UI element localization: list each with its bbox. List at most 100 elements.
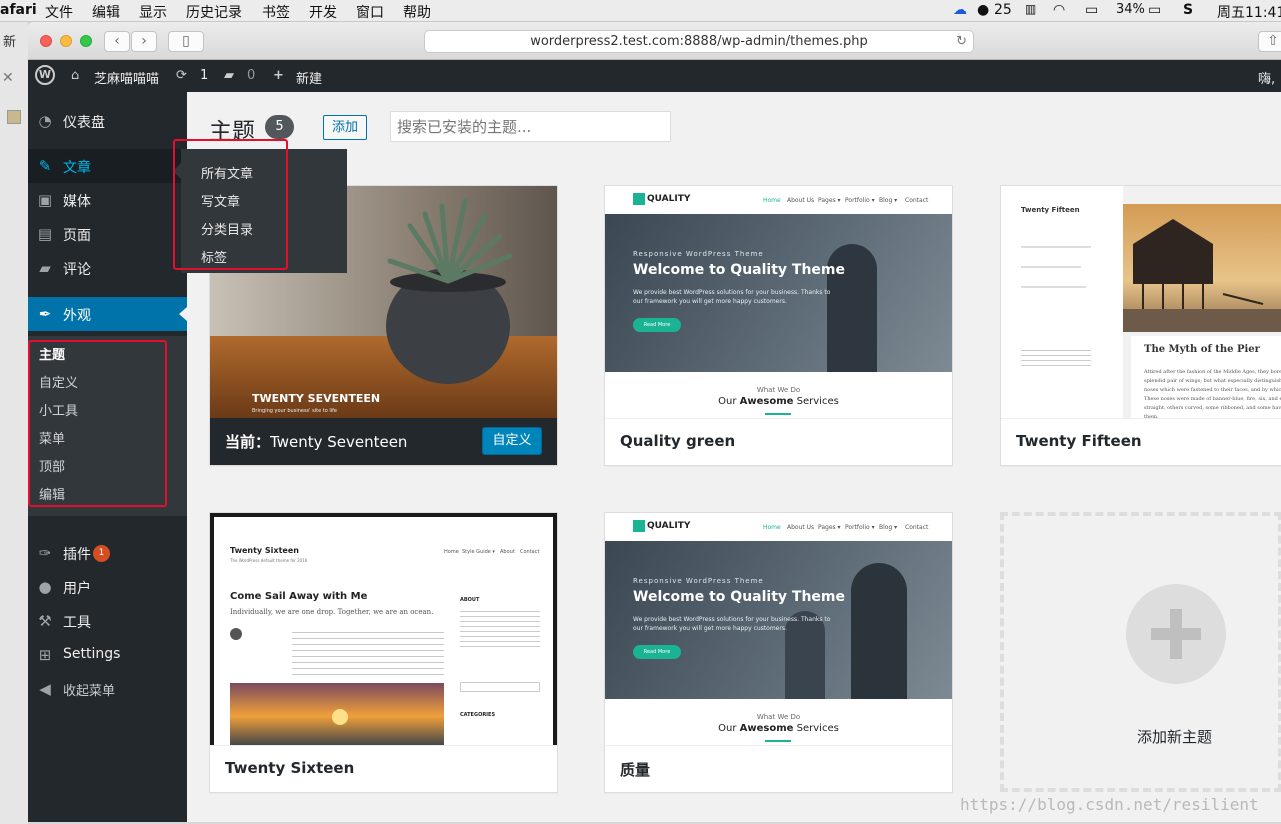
background-tab[interactable]: 新 [3,31,16,50]
browser-toolbar: ‹ › ▯ worderpress2.test.com:8888/wp-admi… [28,22,1281,60]
sidebar-item-comments[interactable]: ▰ 评论 [28,251,187,285]
wordpress-logo-icon[interactable]: W [35,65,55,85]
sidebar-item-label: Settings [63,646,121,662]
customize-button[interactable]: 自定义 [482,427,542,455]
sidebar-item-media[interactable]: ▣ 媒体 [28,183,187,217]
sidebar-item-users[interactable]: ● 用户 [28,570,187,604]
sidebar-item-label: 页面 [63,228,91,244]
mock-paragraph: We provide best WordPress solutions for … [633,289,831,305]
input-source-icon[interactable]: S [1183,2,1193,18]
menu-file[interactable]: 文件 [45,2,73,22]
theme-card-twenty-sixteen[interactable]: Twenty Sixteen The WordPress default the… [209,512,558,793]
pin-icon: ✎ [38,157,52,175]
quality-logo-icon [633,520,645,532]
mock-what: What We Do [756,713,801,721]
forward-button[interactable]: › [131,31,157,52]
menu-view[interactable]: 显示 [139,2,167,22]
mock-nav-item: Pages ▾ [818,524,841,531]
greeting[interactable]: 嗨, [1258,68,1275,87]
sidebar-item-posts[interactable]: ✎ 文章 [28,149,187,183]
theme-card-quality-green[interactable]: QUALITY Home About Us Pages ▾ Portfolio … [604,185,953,466]
mock-nav-item: Portfolio ▾ [845,524,875,531]
mock-services-pre: Our [718,723,740,734]
pier-photo [1123,204,1281,332]
wifi-icon[interactable]: ◠ [1053,2,1065,18]
author-avatar [230,628,242,640]
admin-sidebar: ◔ 仪表盘 ✎ 文章 ▣ 媒体 ▤ 页面 ▰ 评论 ✒ 外观 主题 自定义 小工… [28,92,187,822]
sunset-photo [230,683,444,745]
mock-nav-item: Home [763,524,781,531]
sidebar-item-label: 收起菜单 [63,684,116,699]
screen: { "menubar": { "app": "afari", "items": … [0,0,1281,824]
mock-tag: Responsive WordPress Theme [633,250,764,258]
menu-window[interactable]: 窗口 [356,2,384,22]
comments-count[interactable]: 0 [247,68,255,83]
sidebar-item-plugins[interactable]: ✑ 插件 1 [28,536,187,570]
mock-categories: CATEGORIES [460,712,496,718]
mock-post-text: Attired after the fashion of the Middle … [1144,369,1281,418]
mock-divider [765,413,791,415]
mock-nav-item: Portfolio ▾ [845,197,875,204]
sidebar-item-label: 外观 [63,308,91,324]
sidebar-item-dashboard[interactable]: ◔ 仪表盘 [28,104,187,138]
mock-line [1021,286,1086,288]
menu-help[interactable]: 帮助 [403,2,431,22]
theme-card-twenty-fifteen[interactable]: Twenty Fifteen The Myth of the Pier Atti… [1000,185,1281,466]
keyboard-icon[interactable]: ▥ [1025,2,1036,16]
mock-line [1021,246,1091,248]
mac-menu-bar: afari 文件 编辑 显示 历史记录 书签 开发 窗口 帮助 ☁ ● 25 ▥… [0,0,1281,22]
mock-hero: Responsive WordPress Theme Welcome to Qu… [605,214,952,372]
battery-icon[interactable]: ▭ [1148,2,1161,18]
new-content-link[interactable]: 新建 [296,68,322,87]
close-icon[interactable]: ✕ [2,70,14,86]
site-name-link[interactable]: 芝麻喵喵喵 [94,68,159,87]
sidebar-item-appearance[interactable]: ✒ 外观 [28,297,187,331]
search-input[interactable] [390,111,671,142]
mock-nav-item: About Us [787,197,815,204]
sidebar-toggle-button[interactable]: ▯ [168,31,204,52]
menu-develop[interactable]: 开发 [309,2,337,22]
share-button[interactable]: ⇧ [1258,31,1281,52]
airplay-icon[interactable]: ▭ [1085,2,1098,18]
sidebar-item-label: 工具 [63,615,91,631]
sidebar-item-label: 媒体 [63,194,91,210]
sidebar-item-tools[interactable]: ⚒ 工具 [28,604,187,638]
highlight-box [28,340,167,507]
menu-bookmarks[interactable]: 书签 [262,2,290,22]
window-close-button[interactable] [40,35,52,47]
cloud-icon[interactable]: ☁ [953,2,967,18]
mock-page: Twenty Sixteen The WordPress default the… [214,517,553,745]
menu-history[interactable]: 历史记录 [186,2,242,22]
mock-services-bold: Awesome [739,396,794,407]
mock-what: What We Do [756,386,801,394]
qq-icon[interactable]: ● [977,2,989,18]
mock-hero: Responsive WordPress Theme Welcome to Qu… [605,541,952,699]
mock-about: ABOUT [460,597,480,603]
app-menu[interactable]: afari [0,2,37,18]
reload-icon[interactable]: ↻ [956,31,967,52]
mock-nav-item: Style Guide ▾ [462,549,495,555]
favicon-icon [7,110,21,124]
address-bar[interactable]: worderpress2.test.com:8888/wp-admin/them… [424,30,974,53]
mock-nav-item: Blog ▾ [879,524,898,531]
mock-services-post: Services [793,396,839,407]
home-icon: ⌂ [71,68,80,83]
plus-icon: + [273,68,284,83]
theme-name: Twenty Sixteen [210,745,557,792]
window-minimize-button[interactable] [60,35,72,47]
add-new-theme-card[interactable]: 添加新主题 [1000,512,1281,792]
back-button[interactable]: ‹ [104,31,130,52]
sidebar-item-pages[interactable]: ▤ 页面 [28,217,187,251]
updates-count[interactable]: 1 [200,68,208,83]
add-theme-button[interactable]: 添加 [323,115,367,140]
mock-post: The Myth of the Pier Attired after the f… [1131,336,1281,418]
window-zoom-button[interactable] [80,35,92,47]
dashboard-icon: ◔ [38,112,52,130]
mock-headline: Welcome to Quality Theme [633,262,845,278]
menu-edit[interactable]: 编辑 [92,2,120,22]
mock-sidebar: Twenty Fifteen [1001,186,1123,418]
sidebar-item-collapse[interactable]: ◀ 收起菜单 [28,672,187,706]
background-window: 新 ✕ [0,22,28,824]
sidebar-item-settings[interactable]: ⊞ Settings [28,638,187,672]
theme-card-zhiliang[interactable]: QUALITY Home About Us Pages ▾ Portfolio … [604,512,953,793]
